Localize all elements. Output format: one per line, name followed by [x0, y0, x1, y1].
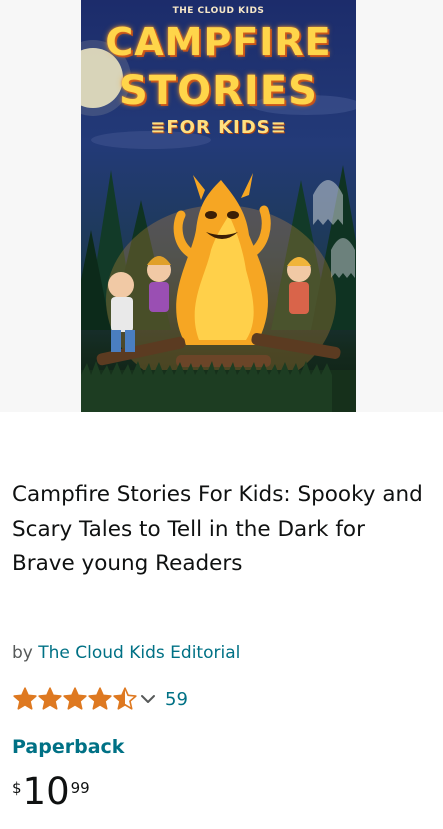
star-rating[interactable]: [12, 686, 137, 712]
byline: by The Cloud Kids Editorial: [12, 643, 240, 663]
price: $ 10 99: [12, 772, 90, 816]
author-link[interactable]: The Cloud Kids Editorial: [38, 643, 240, 663]
price-fraction: 99: [70, 779, 90, 797]
chevron-down-icon[interactable]: [139, 690, 157, 708]
cover-subtitle: ≡FOR KIDS≡: [150, 117, 287, 138]
product-title-link[interactable]: Campfire Stories For Kids: Spooky and Sc…: [12, 478, 432, 582]
price-whole: 10: [22, 770, 70, 813]
product-image-area[interactable]: THE CLOUD KIDS CAMPFIRE STORIES ≡FOR KID…: [0, 0, 443, 412]
cover-title-line1: CAMPFIRE: [105, 20, 332, 64]
star-icon: [13, 687, 37, 710]
star-icon: [63, 687, 87, 710]
star-icon: [38, 687, 62, 710]
cover-title-line2: STORIES: [119, 68, 318, 114]
rating-row: 59: [12, 686, 188, 712]
price-symbol: $: [12, 779, 22, 797]
book-cover-image[interactable]: THE CLOUD KIDS CAMPFIRE STORIES ≡FOR KID…: [81, 0, 356, 412]
star-icon: [113, 687, 137, 710]
review-count-link[interactable]: 59: [165, 689, 188, 710]
star-icon: [88, 687, 112, 710]
cover-publisher-text: THE CLOUD KIDS: [172, 6, 265, 16]
by-label: by: [12, 643, 33, 663]
format-link[interactable]: Paperback: [12, 736, 124, 758]
